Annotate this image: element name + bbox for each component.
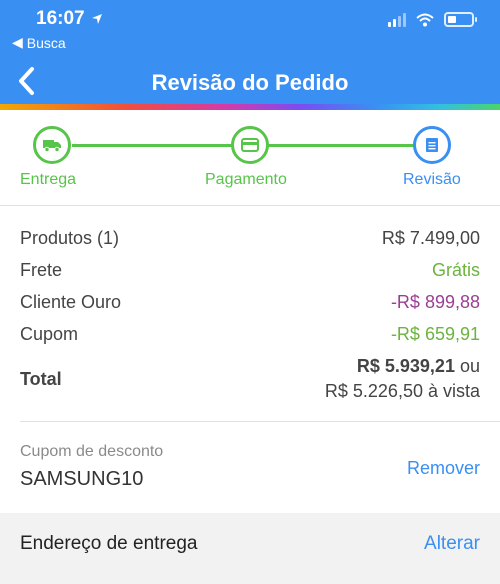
coupon-code: SAMSUNG10	[20, 468, 144, 490]
status-back-to-app[interactable]: ◀ Busca	[12, 34, 66, 51]
step-pagamento[interactable]	[231, 126, 269, 164]
step-label-entrega: Entrega	[20, 171, 77, 188]
step-label-pagamento: Pagamento	[205, 171, 287, 188]
step-connector	[72, 144, 232, 147]
total-value: R$ 5.939,21	[356, 356, 455, 376]
status-time-text: 16:07	[36, 8, 85, 29]
status-indicators	[388, 12, 477, 27]
total-values: R$ 5.939,21 ou R$ 5.226,50 à vista	[325, 356, 480, 402]
coupon-discount-value: -R$ 659,91	[390, 324, 480, 344]
divider	[20, 421, 500, 422]
products-value: R$ 7.499,00	[381, 228, 480, 248]
step-revisao[interactable]	[413, 126, 451, 164]
total-or: ou	[459, 356, 480, 376]
wifi-icon	[416, 13, 434, 26]
divider	[0, 205, 500, 206]
step-connector	[268, 144, 414, 147]
shipping-label: Frete	[20, 260, 63, 280]
status-back-label: Busca	[26, 34, 66, 51]
summary-row-coupon: Cupom -R$ 659,91	[20, 324, 480, 345]
coupon-field-label: Cupom de desconto	[20, 443, 164, 460]
total-cash-value: R$ 5.226,50 à vista	[324, 381, 480, 401]
step-entrega[interactable]	[33, 126, 71, 164]
delivery-address-section: Endereço de entrega Alterar	[0, 513, 500, 584]
summary-row-shipping: Frete Grátis	[20, 260, 480, 281]
shipping-value: Grátis	[431, 260, 480, 280]
coupon-discount-label: Cupom	[20, 324, 79, 344]
credit-card-icon	[241, 138, 259, 152]
gold-discount-label: Cliente Ouro	[20, 292, 122, 312]
remove-coupon-button[interactable]: Remover	[407, 458, 480, 479]
checkout-stepper: Entrega Pagamento Revisão	[0, 110, 500, 202]
delivery-address-title: Endereço de entrega	[20, 533, 198, 554]
summary-row-products: Produtos (1) R$ 7.499,00	[20, 228, 480, 249]
status-time: 16:07	[36, 8, 103, 30]
total-label: Total	[20, 368, 62, 389]
battery-icon	[444, 12, 477, 27]
change-address-button[interactable]: Alterar	[424, 533, 480, 555]
truck-icon	[43, 140, 61, 153]
gold-discount-value: -R$ 899,88	[390, 292, 480, 312]
summary-row-total: Total R$ 5.939,21 ou R$ 5.226,50 à vista	[20, 356, 480, 402]
top-bar: 16:07 ◀ Busca Revisão do Pedido	[0, 0, 500, 104]
back-triangle-icon: ◀	[12, 34, 23, 50]
step-label-revisao: Revisão	[403, 171, 461, 188]
page-title: Revisão do Pedido	[151, 70, 349, 95]
products-label: Produtos (1)	[20, 228, 120, 248]
cellular-signal-icon	[388, 12, 406, 27]
location-arrow-icon	[91, 14, 102, 24]
document-icon	[426, 138, 438, 152]
summary-row-gold-discount: Cliente Ouro -R$ 899,88	[20, 292, 480, 313]
